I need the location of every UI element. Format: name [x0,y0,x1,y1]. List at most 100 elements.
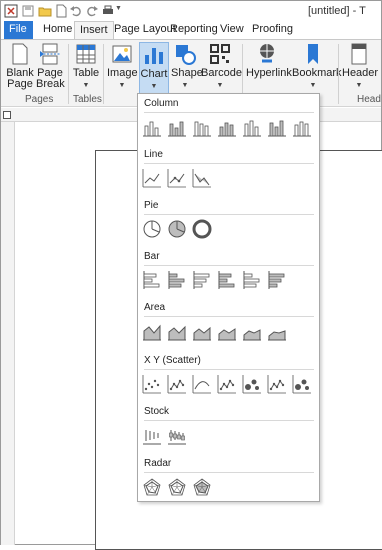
area-chart-type-6-icon[interactable] [267,321,287,341]
scatter-chart-type-6-icon[interactable] [267,374,287,394]
column-chart-type-6-icon[interactable] [267,117,287,137]
section-title-column: Column [144,98,179,109]
group-label-header: Head [357,94,381,105]
tab-stop-selector[interactable] [3,111,11,119]
hyperlink-button[interactable]: Hyperlink [246,42,292,79]
line-chart-type-2-icon[interactable] [167,168,187,188]
tab-home[interactable]: Home [38,21,77,39]
group-separator [68,44,69,104]
column-chart-type-2-icon[interactable] [167,117,187,137]
group-label-pages: Pages [25,94,54,105]
section-divider [144,214,314,215]
shape-label: Shape [171,67,203,79]
image-label: Image [107,67,138,79]
section-title-radar: Radar [144,458,172,469]
section-divider [144,369,314,370]
chart-icon [145,48,163,64]
column-chart-type-5-icon[interactable] [242,117,262,137]
print-icon[interactable] [101,4,115,18]
save-icon[interactable] [21,4,35,18]
qa-customize-icon[interactable]: ▼ [115,5,122,12]
scatter-chart-type-5-icon[interactable] [242,374,262,394]
window-title: [untitled] - T [308,5,366,17]
undo-icon[interactable] [69,4,83,18]
pie-chart-type-1-icon[interactable] [142,219,162,239]
area-chart-type-3-icon[interactable] [192,321,212,341]
scatter-chart-type-7-icon[interactable] [292,374,312,394]
group-label-tables: Tables [73,94,102,105]
scatter-chart-type-4-icon[interactable] [217,374,237,394]
bar-chart-type-5-icon[interactable] [242,270,262,290]
section-divider [144,420,314,421]
stock-chart-type-1-icon[interactable] [142,425,162,445]
chart-caret-icon: ▼ [150,83,158,90]
section-title-stock: Stock [144,406,170,417]
header-label: Header [342,67,379,79]
page-break-button[interactable]: Page Break [36,42,65,90]
bookmark-label: Bookmark [292,67,342,79]
pie-chart-type-2-icon[interactable] [167,219,187,239]
column-chart-type-1-icon[interactable] [142,117,162,137]
radar-chart-type-2-icon[interactable] [167,477,187,497]
section-title-bar: Bar [144,251,160,262]
area-chart-type-2-icon[interactable] [167,321,187,341]
table-button[interactable]: Table ▼ [72,42,100,91]
scatter-chart-type-1-icon[interactable] [142,374,162,394]
area-chart-type-4-icon[interactable] [217,321,237,341]
bar-chart-type-3-icon[interactable] [192,270,212,290]
new-document-icon[interactable] [54,4,68,18]
barcode-button[interactable]: Barcode ▼ [201,42,242,91]
chart-button[interactable]: Chart ▼ [139,42,169,94]
bookmark-button[interactable]: Bookmark ▼ [292,42,342,91]
barcode-caret-icon: ▼ [216,82,224,89]
group-separator [338,44,339,104]
chart-type-menu: Column Line Pie Bar Area X Y (Scatter) Stock Ra… [137,93,320,502]
radar-chart-type-1-icon[interactable] [142,477,162,497]
tab-proofing[interactable]: Proofing [247,21,298,39]
bar-chart-type-2-icon[interactable] [167,270,187,290]
hyperlink-icon [260,44,274,63]
scatter-chart-type-3-icon[interactable] [192,374,212,394]
hyperlink-label: Hyperlink [246,67,292,79]
vertical-ruler[interactable] [1,122,15,545]
table-icon [76,44,96,64]
scatter-chart-type-2-icon[interactable] [167,374,187,394]
blank-page-label: Blank Page [6,67,34,90]
bar-chart-type-4-icon[interactable] [217,270,237,290]
shape-button[interactable]: Shape ▼ [171,42,203,91]
page-break-label: Page Break [36,67,65,90]
column-chart-type-7-icon[interactable] [292,117,312,137]
image-caret-icon: ▼ [118,82,126,89]
image-button[interactable]: Image ▼ [107,42,138,91]
column-chart-type-3-icon[interactable] [192,117,212,137]
bookmark-icon [308,44,318,64]
blank-page-button[interactable]: Blank Page [6,42,34,90]
tab-file[interactable]: File [4,21,33,39]
app-logo-icon [4,4,18,18]
section-title-area: Area [144,302,166,313]
open-folder-icon[interactable] [38,4,52,18]
header-button[interactable]: Header ▼ [342,42,379,91]
area-chart-type-5-icon[interactable] [242,321,262,341]
blank-page-icon [12,43,28,65]
line-chart-type-1-icon[interactable] [142,168,162,188]
group-separator [103,44,104,104]
pie-chart-type-3-icon[interactable] [192,219,212,239]
radar-chart-type-3-icon[interactable] [192,477,212,497]
section-divider [144,112,314,113]
section-title-line: Line [144,149,163,160]
tab-insert[interactable]: Insert [74,21,114,40]
shape-caret-icon: ▼ [181,82,189,89]
column-chart-type-4-icon[interactable] [217,117,237,137]
bar-chart-type-1-icon[interactable] [142,270,162,290]
tab-view[interactable]: View [215,21,249,39]
stock-chart-type-2-icon[interactable] [167,425,187,445]
header-icon [351,43,367,65]
bar-chart-type-6-icon[interactable] [267,270,287,290]
redo-icon[interactable] [85,4,99,18]
area-chart-type-1-icon[interactable] [142,321,162,341]
section-title-scatter: X Y (Scatter) [144,355,201,366]
line-chart-type-3-icon[interactable] [192,168,212,188]
ribbon-tabs: File Home Insert Page Layout Reporting V… [1,21,381,40]
section-divider [144,316,314,317]
